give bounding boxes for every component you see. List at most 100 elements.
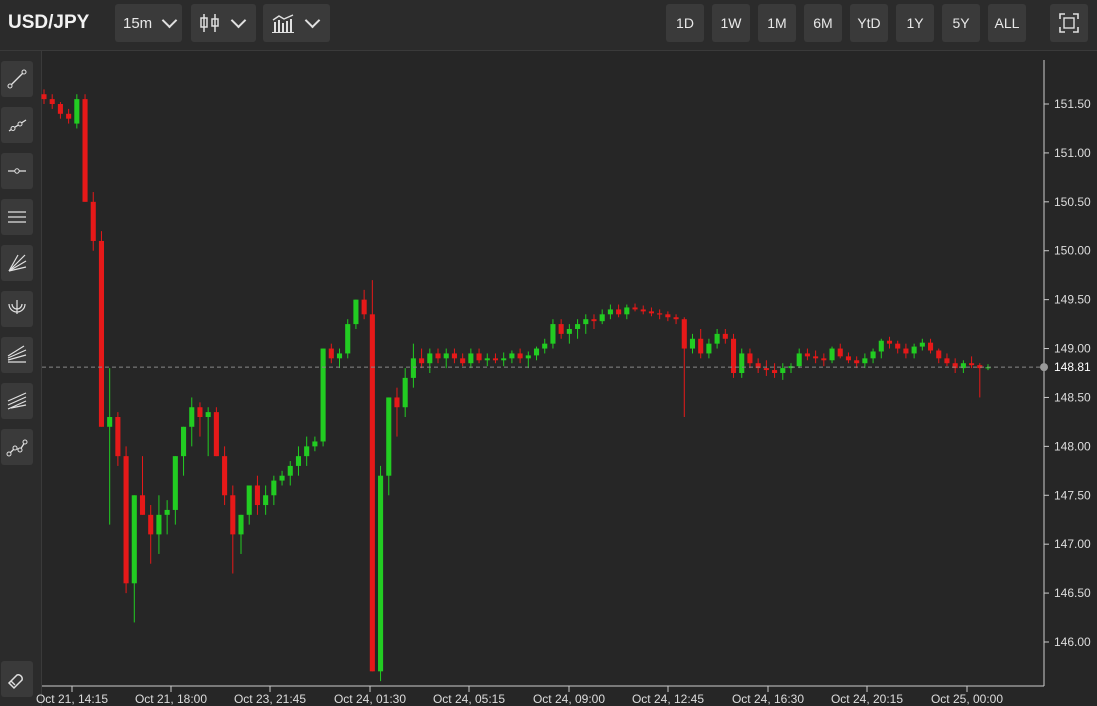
candle-body — [927, 342, 934, 351]
range-1y-button[interactable]: 1Y — [896, 4, 934, 42]
candle-body — [312, 441, 318, 447]
trend-line-tool[interactable] — [1, 61, 33, 97]
candle-body — [345, 324, 351, 354]
candle-body — [747, 353, 753, 364]
candle-body — [419, 358, 425, 364]
candle-body — [632, 307, 638, 310]
interval-label: 15m — [123, 14, 153, 32]
candle-body — [829, 348, 835, 361]
candle-body — [944, 358, 950, 364]
fullscreen-button[interactable] — [1050, 4, 1088, 42]
candle-body — [41, 94, 47, 100]
range-1d-button[interactable]: 1D — [666, 4, 704, 42]
last-price-label: 148.81 — [1054, 360, 1091, 374]
magnet-icon — [7, 674, 23, 690]
range-1m-button[interactable]: 1M — [758, 4, 796, 42]
candle-body — [665, 314, 671, 318]
candle-body — [156, 514, 162, 535]
candle-body — [427, 353, 433, 364]
candle-body — [131, 495, 137, 584]
candle-body — [969, 363, 975, 366]
candle-body — [895, 343, 901, 349]
candle-body — [813, 356, 819, 359]
range-6m-button[interactable]: 6M — [804, 4, 842, 42]
candle-body — [952, 363, 958, 369]
range-5y-button[interactable]: 5Y — [942, 4, 980, 42]
symbol-title: USD/JPY — [8, 12, 90, 33]
candle-body — [698, 338, 704, 354]
price-chart[interactable]: 151.50 151.00 150.50 150.00 149.50 149.00 148.… — [0, 0, 1097, 706]
candle-body — [394, 397, 400, 408]
candle-body — [919, 342, 925, 347]
candle-body — [804, 353, 810, 357]
candle-body — [90, 201, 96, 241]
candle-body — [476, 353, 482, 361]
y-tick-label: 150.00 — [1054, 244, 1091, 258]
range-all-button[interactable]: ALL — [988, 4, 1026, 42]
candle-body — [263, 495, 269, 506]
candle-body — [353, 299, 359, 325]
interval-dropdown[interactable]: 15m — [115, 4, 182, 42]
x-tick-label: Oct 24, 05:15 — [433, 692, 505, 706]
candle-body — [936, 350, 942, 359]
ray-tool[interactable] — [1, 107, 33, 143]
candle-body — [985, 367, 991, 369]
y-tick-label: 148.00 — [1054, 439, 1091, 453]
chart-style-dropdown[interactable] — [191, 4, 256, 42]
candle-body — [673, 317, 679, 320]
candle-body — [657, 313, 663, 315]
y-tick-label: 147.00 — [1054, 537, 1091, 551]
magnet-tool[interactable] — [1, 661, 33, 697]
candle-body — [689, 338, 696, 349]
candle-body — [640, 309, 646, 312]
range-ytd-button[interactable]: YtD — [850, 4, 888, 42]
y-tick-label: 146.00 — [1054, 635, 1091, 649]
fullscreen-icon — [1059, 13, 1079, 33]
candle-body — [821, 358, 827, 361]
candlestick-icon — [200, 14, 219, 32]
candle-body — [960, 363, 966, 369]
candle-body — [566, 328, 572, 334]
pitchfork-tool[interactable] — [1, 383, 33, 419]
candle-body — [517, 353, 523, 359]
candle-body — [854, 360, 860, 364]
regression-channel-icon — [7, 345, 27, 363]
range-1w-button[interactable]: 1W — [712, 4, 750, 42]
candle-body — [706, 343, 712, 354]
polyline-tool[interactable] — [1, 429, 33, 465]
candle-body — [189, 407, 195, 427]
regression-channel-tool[interactable] — [1, 337, 33, 373]
trend-line-icon — [7, 69, 27, 89]
candle-body — [788, 366, 794, 369]
candle-body — [903, 348, 909, 354]
candle-body — [977, 365, 983, 369]
fan-tool[interactable] — [1, 245, 33, 281]
candle-body — [57, 104, 63, 114]
candle-body — [878, 340, 884, 352]
drawing-toolbar — [0, 51, 42, 706]
candle-body — [575, 324, 581, 329]
candle-body — [591, 319, 597, 322]
x-tick-label: Oct 24, 16:30 — [732, 692, 804, 706]
y-tick-label: 147.50 — [1054, 488, 1091, 502]
candle-body — [295, 456, 302, 466]
horizontal-line-tool[interactable] — [1, 153, 33, 189]
candle-body — [714, 333, 720, 344]
candle-body — [197, 407, 203, 418]
y-tick-label: 151.50 — [1054, 97, 1091, 111]
candle-body — [164, 509, 170, 515]
candle-body — [837, 348, 843, 357]
candle-body — [533, 348, 540, 356]
candle-body — [772, 370, 778, 373]
candle-body — [484, 358, 490, 361]
pitchfork-icon — [7, 392, 27, 410]
x-tick-label: Oct 24, 09:00 — [533, 692, 605, 706]
candle-body — [607, 309, 613, 315]
chevron-down-icon — [161, 12, 178, 29]
parallel-channel-tool[interactable] — [1, 199, 33, 235]
candle-body — [911, 346, 917, 354]
indicator-dropdown[interactable] — [263, 4, 330, 42]
candle-body — [336, 353, 343, 359]
candle-body — [739, 353, 745, 373]
arc-tool[interactable] — [1, 291, 33, 327]
